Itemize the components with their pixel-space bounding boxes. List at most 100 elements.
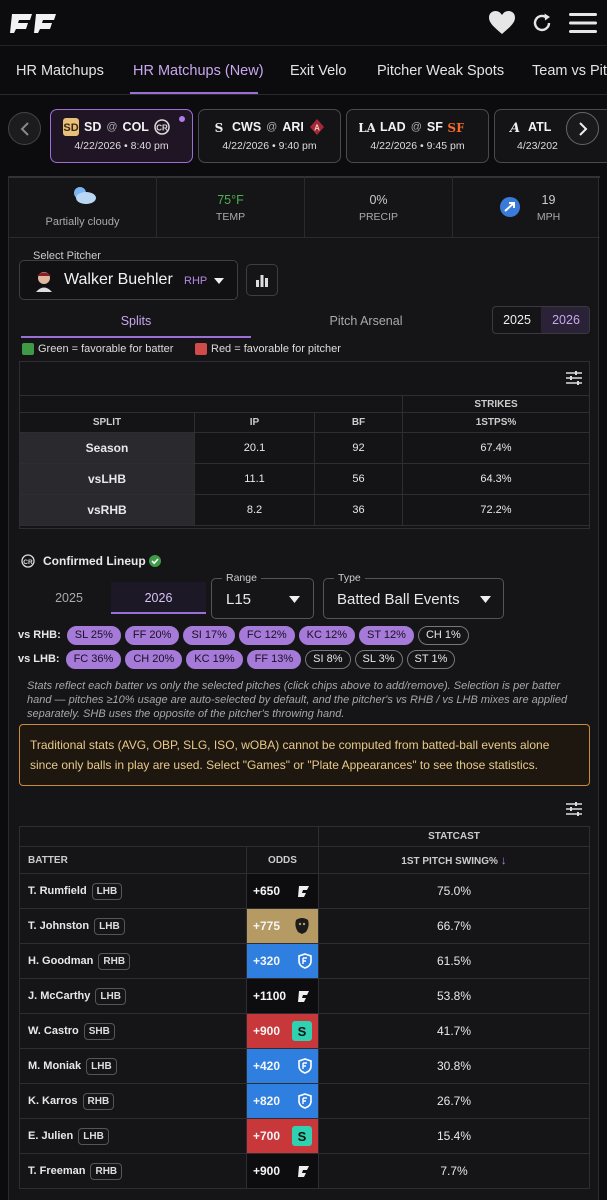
brand-logo[interactable] [10,12,58,34]
weather-condition-text: Partially cloudy [45,216,120,228]
table-row[interactable]: E. Julien LHB +700 S 15.4% [19,1118,590,1154]
table-row[interactable]: H. Goodman RHB +320 61.5% [19,943,590,979]
odds-cell[interactable]: +775 [246,908,319,944]
lineup-year-2025-label: 2025 [55,591,83,605]
bf-cell: 36 [314,494,403,526]
tab-splits[interactable]: Splits [21,310,251,338]
fanduel-logo-icon [298,1093,312,1109]
lineup-year-2025-tab[interactable]: 2025 [19,582,119,614]
active-tab-indicator [130,92,258,94]
pitch-chip[interactable]: FC 12% [238,626,295,645]
col-split[interactable]: SPLIT [19,412,195,433]
batter-name: W. Castro [28,1024,79,1037]
game-card[interactable]: LA LAD @ SF SF 4/22/2026 • 9:45 pm [346,109,489,163]
refresh-icon[interactable] [530,11,554,35]
matchup-panel: Partially cloudy 75°F TEMP 0% PRECIP 19 … [8,176,600,1200]
first-pitch-swing-cell: 66.7% [318,908,590,944]
table-row[interactable]: J. McCarthy LHB +1100 53.8% [19,978,590,1014]
col-batter[interactable]: BATTER [19,846,247,874]
pitch-chip[interactable]: FC 36% [65,650,122,669]
odds-cell[interactable]: +1100 [246,978,319,1014]
col-bf[interactable]: BF [314,412,403,433]
tab-pitcher-weak-spots[interactable]: Pitcher Weak Spots [377,63,504,79]
fanduel-logo-icon [298,1058,312,1074]
batter-name: T. Johnston [28,919,90,932]
odds-value: +650 [253,884,281,898]
batter-name: T. Rumfield [28,884,87,897]
strikes-group-header: STRIKES [402,395,590,413]
odds-cell[interactable]: +650 [246,873,319,909]
game-card[interactable]: SD SD @ COL CR 4/22/2026 • 8:40 pm [50,109,193,163]
batter-hand-badge: LHB [94,917,125,935]
pitcher-stats-button[interactable] [246,264,278,296]
odds-value: +900 [253,1024,281,1038]
table-row[interactable]: T. Johnston LHB +775 66.7% [19,908,590,944]
tab-exit-velo[interactable]: Exit Velo [290,63,346,79]
pitch-chip[interactable]: ST 1% [406,650,456,669]
pitch-chip[interactable]: SL 25% [66,626,121,645]
year-2025-button[interactable]: 2025 [493,307,541,333]
pitch-chip[interactable]: SI 17% [183,626,235,645]
carousel-prev-button[interactable] [8,112,41,145]
table-row[interactable]: W. Castro SHB +900 S 41.7% [19,1013,590,1049]
col-1stps[interactable]: 1STPS% [402,412,590,433]
col-first-pitch-swing[interactable]: 1ST PITCH SWING% ↓ [318,846,590,874]
sportsbook-logo-icon [298,991,309,1002]
hamburger-menu-icon[interactable] [569,12,597,34]
first-pitch-swing-cell: 53.8% [318,978,590,1014]
pitcher-select[interactable]: Walker Buehler RHP [19,260,238,300]
tab-pitch-arsenal[interactable]: Pitch Arsenal [251,310,481,338]
settings-sliders-icon[interactable] [566,370,582,386]
col-odds[interactable]: ODDS [246,846,319,874]
lineup-year-2026-tab[interactable]: 2026 [111,582,206,614]
batter-hand-badge: RHB [98,952,131,970]
pitch-chip[interactable]: CH 1% [417,626,469,645]
carousel-next-button[interactable] [566,112,599,145]
sportsbook-logo-icon: S [292,1126,312,1146]
range-select[interactable]: Range L15 [211,572,314,619]
odds-cell[interactable]: +420 [246,1048,319,1084]
home-team: SF [426,120,443,134]
odds-cell[interactable]: +900 S [246,1013,319,1049]
settings-sliders-icon[interactable] [566,801,582,817]
odds-cell[interactable]: +820 [246,1083,319,1119]
pitch-chip[interactable]: SL 3% [354,650,403,669]
rhb-chip-list: SL 25% FF 20% SI 17% FC 12% KC 12% ST 12% CH 1… [66,625,473,645]
pitch-chip[interactable]: FF 20% [124,626,180,645]
pitch-chip[interactable]: FF 13% [246,650,302,669]
batter-name: M. Moniak [28,1059,82,1072]
col-ip[interactable]: IP [194,412,315,433]
pitch-chip[interactable]: ST 12% [359,626,414,645]
table-row[interactable]: M. Moniak LHB +420 30.8% [19,1048,590,1084]
wind-value: 19 [541,193,556,207]
pitch-chip[interactable]: KC 19% [186,650,243,669]
odds-cell[interactable]: +900 [246,1153,319,1189]
sportsbook-logo-icon: S [292,1021,312,1041]
chevron-left-icon [20,121,29,136]
home-team: COL [122,120,149,134]
svg-text:S: S [298,1129,307,1144]
tab-hr-matchups[interactable]: HR Matchups [16,63,104,79]
svg-text:S: S [298,1024,307,1039]
precip-value: 0% [369,193,388,207]
odds-cell[interactable]: +320 [246,943,319,979]
splits-table: STRIKES SPLIT IP BF 1STPS% Season 20.1 9… [19,395,590,526]
pitch-chip[interactable]: CH 20% [125,650,183,669]
svg-text:SF: SF [448,121,464,135]
tab-team-vs-pitcher[interactable]: Team vs Pitc [532,63,607,79]
batter-name: H. Goodman [28,954,94,967]
table-row[interactable]: K. Karros RHB +820 26.7% [19,1083,590,1119]
type-select[interactable]: Type Batted Ball Events [323,572,504,619]
odds-value: +820 [253,1094,281,1108]
odds-cell[interactable]: +700 S [246,1118,319,1154]
batter-hand-badge: RHB [90,1162,123,1180]
tab-hr-matchups-new[interactable]: HR Matchups (New) [133,63,264,79]
favorite-icon[interactable] [488,10,516,36]
pitch-chip[interactable]: SI 8% [305,650,351,669]
year-2026-button[interactable]: 2026 [541,307,589,333]
caret-down-icon [480,596,491,603]
pitch-chip[interactable]: KC 12% [298,626,356,645]
table-row[interactable]: T. Rumfield LHB +650 75.0% [19,873,590,909]
table-row[interactable]: T. Freeman RHB +900 7.7% [19,1153,590,1189]
game-card[interactable]: S CWS @ ARI A 4/22/2026 • 9:40 pm [198,109,341,163]
